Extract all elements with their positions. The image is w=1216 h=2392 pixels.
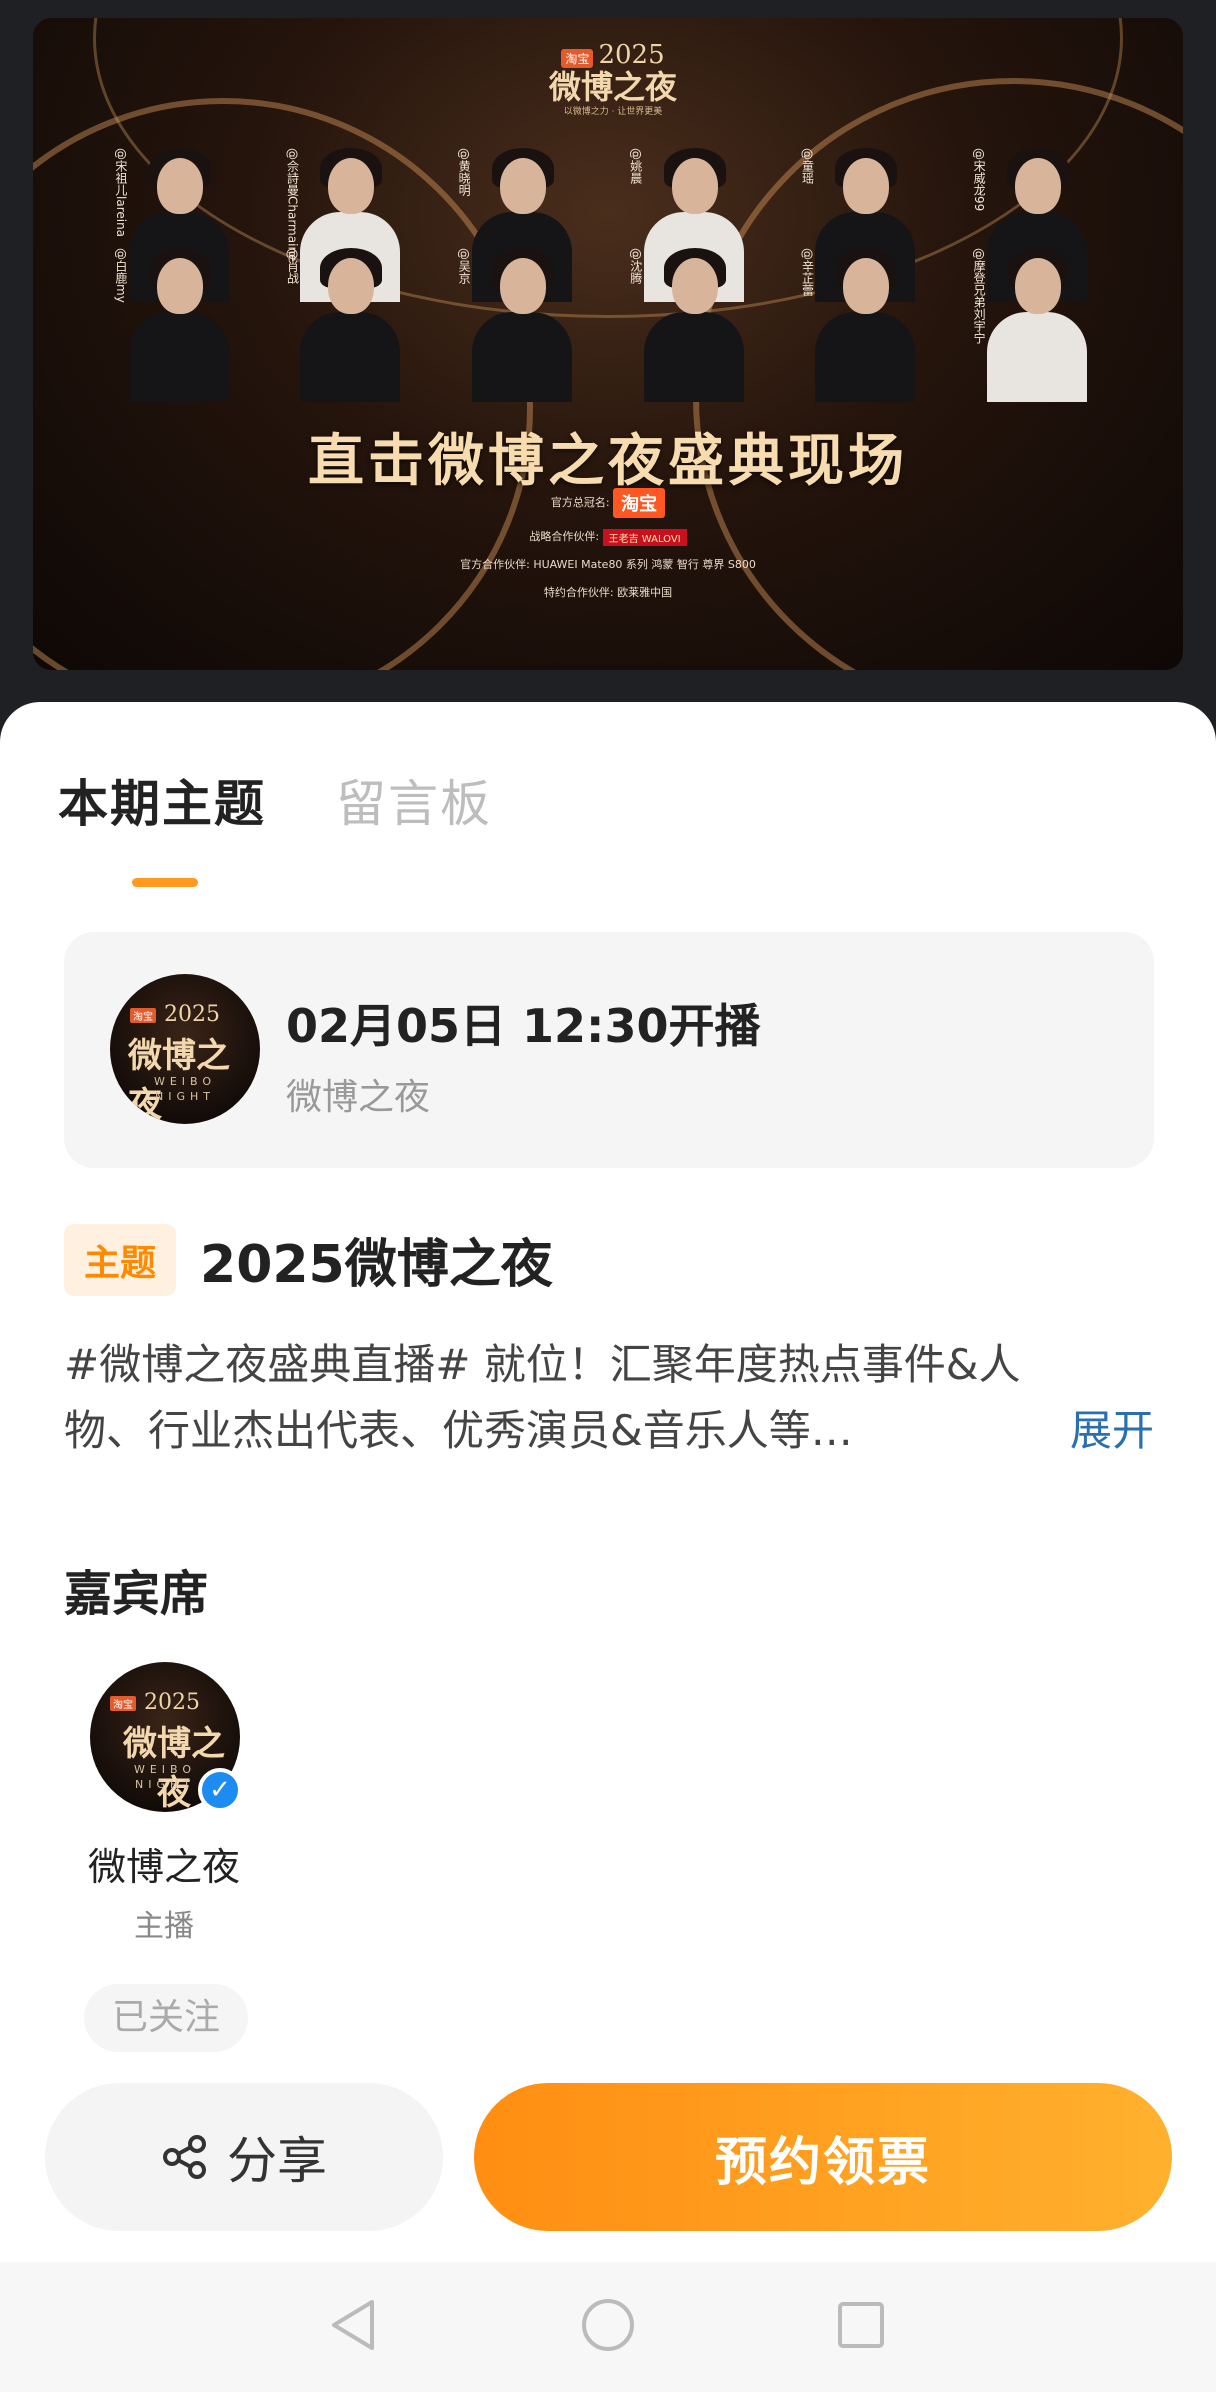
description-line-2: 物、行业杰出代表、优秀演员&音乐人等… 展开 [64,1398,1154,1464]
sponsor-strategic-line: 战略合作伙伴: 王老吉 WALOVI [33,528,1183,546]
tab-message-board[interactable]: 留言板 [336,764,492,836]
topic-badge: 主题 [64,1223,177,1296]
home-circle-icon[interactable] [573,2290,643,2360]
share-icon [163,2135,206,2179]
avatar-year: 2025 [164,1002,220,1027]
avatar-english-line1: WEIBO [153,1075,217,1088]
tab-current-topic[interactable]: 本期主题 [58,764,266,836]
share-label: 分享 [227,2132,327,2190]
host-avatar[interactable]: 淘宝 2025 微博之夜 WEIBO NIGHT [110,974,260,1124]
guest-tag: @童瑶 [800,148,815,184]
expand-link[interactable]: 展开 [1070,1398,1154,1464]
recents-square-icon[interactable] [826,2290,896,2360]
banner-logo-taobao: 淘宝 [561,49,594,68]
avatar-taobao-mark: 淘宝 [130,1008,156,1023]
banner-logo-year: 2025 [598,40,665,70]
sponsor-label: 战略合作伙伴: [529,530,600,543]
guest-portrait: @摩登兄弟刘宇宁 [972,248,1097,402]
sponsor-value: HUAWEI Mate80 系列 鸿蒙 智行 尊界 S800 [533,558,756,571]
event-banner-image[interactable]: 淘宝 2025 微博之夜 以微博之力 · 让世界更美 @宋祖儿lareina @… [33,18,1183,670]
description-line: #微博之夜盛典直播# 就位！汇聚年度热点事件&人 [64,1340,1021,1389]
topic-description: #微博之夜盛典直播# 就位！汇聚年度热点事件&人 物、行业杰出代表、优秀演员&音… [64,1332,1154,1464]
banner-headline: 直击微博之夜盛典现场 [308,429,908,494]
guest-tag: @辛芷蕾 [800,248,815,296]
guest-tag: @吴京 [457,248,472,284]
banner-event-logo: 淘宝 2025 微博之夜 以微博之力 · 让世界更美 [543,40,683,117]
topic-header: 主题 2025微博之夜 [64,1222,553,1297]
guest-portrait: @肖战 [285,248,410,402]
avatar-taobao-mark: 淘宝 [110,1696,136,1711]
bottom-action-bar: 分享 预约领票 [0,2057,1216,2237]
banner-logo-slogan: 以微博之力 · 让世界更美 [563,107,663,117]
live-start-time: 02月05日 12:30开播 [286,999,761,1053]
live-schedule-card[interactable]: 淘宝 2025 微博之夜 WEIBO NIGHT 02月05日 12:30开播 … [64,932,1154,1168]
guest-portrait: @白鹿my [114,248,239,402]
sponsor-official-line: 官方合作伙伴: HUAWEI Mate80 系列 鸿蒙 智行 尊界 S800 [33,556,1183,572]
sponsor-label: 官方合作伙伴: [460,558,530,571]
guest-name: 微博之夜 [87,1845,240,1889]
avatar-english-line2: NIGHT [155,1090,215,1103]
share-button[interactable]: 分享 [45,2083,443,2231]
guest-tag: @姚晨 [628,148,643,184]
guest-tag: @宋祖儿lareina [113,148,128,238]
guest-role: 主播 [134,1909,194,1944]
verified-icon: ✓ [198,1768,242,1812]
topic-title: 2025微博之夜 [200,1235,553,1295]
guest-tag: @佘詩曼Charmaine [285,148,300,262]
active-tab-indicator [132,878,198,887]
tab-bar: 本期主题 留言板 [58,764,492,836]
live-host-name: 微博之夜 [286,1077,431,1118]
guests-section-title: 嘉宾席 [64,1566,209,1622]
guest-portrait: @辛芷蕾 [800,248,925,402]
followed-button[interactable]: 已关注 [84,1984,248,2052]
back-triangle-icon[interactable] [320,2290,390,2360]
detail-sheet: 本期主题 留言板 淘宝 2025 微博之夜 WEIBO NIGHT 02月05日… [0,702,1216,2392]
sponsor-value: 欧莱雅中国 [617,586,673,599]
sponsor-label: 特约合作伙伴: [543,586,614,599]
banner-logo-name: 微博之夜 [548,68,677,106]
taobao-logo: 淘宝 [613,488,666,518]
avatar-year: 2025 [144,1690,200,1715]
guest-portrait: @沈腾 [629,248,754,402]
avatar-english: WEIBO NIGHT [110,1074,260,1104]
guest-tag: @肖战 [285,248,300,284]
description-line: 物、行业杰出代表、优秀演员&音乐人等… [64,1406,853,1455]
guest-tag: @宋威龙99 [972,148,987,212]
guest-card[interactable]: 淘宝 2025 微博之夜 WEIBO NIGHT ✓ 微博之夜 主播 [64,1662,264,1945]
banner-guest-row-2: @白鹿my @肖战 @吴京 @沈腾 @辛芷蕾 @摩登兄弟刘宇宁 [33,248,1183,402]
banner-section: 淘宝 2025 微博之夜 以微博之力 · 让世界更美 @宋祖儿lareina @… [0,0,1216,720]
reserve-ticket-button[interactable]: 预约领票 [474,2083,1172,2231]
walovi-logo: 王老吉 WALOVI [602,528,687,546]
sponsor-title-line: 官方总冠名: 淘宝 [33,488,1183,518]
guest-tag: @沈腾 [628,248,643,284]
system-navigation-bar [0,2262,1216,2392]
sponsor-label: 官方总冠名: [550,496,610,509]
guest-tag: @摩登兄弟刘宇宁 [972,248,987,344]
sponsor-special-line: 特约合作伙伴: 欧莱雅中国 [33,584,1183,600]
guest-tag: @白鹿my [113,248,128,303]
guest-portrait: @吴京 [457,248,582,402]
guest-tag: @黄晓明 [457,148,472,196]
